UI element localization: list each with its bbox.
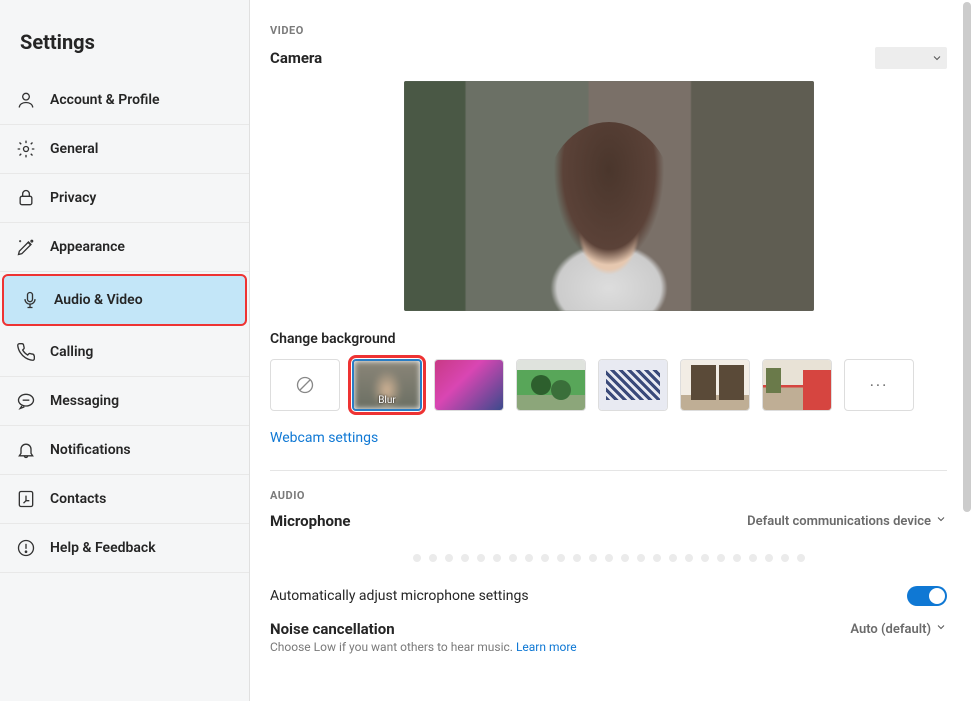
sidebar-item-label: Appearance bbox=[50, 239, 125, 255]
contacts-icon bbox=[16, 489, 36, 509]
help-feedback-icon bbox=[16, 538, 36, 558]
notifications-icon bbox=[16, 440, 36, 460]
section-divider bbox=[270, 470, 947, 471]
sidebar-item-privacy[interactable]: Privacy bbox=[0, 174, 249, 223]
learn-more-link[interactable]: Learn more bbox=[516, 640, 577, 654]
sidebar-item-help-feedback[interactable]: Help & Feedback bbox=[0, 524, 249, 573]
messaging-icon bbox=[16, 391, 36, 411]
sidebar-title: Settings bbox=[0, 0, 249, 76]
noise-cancellation-heading: Noise cancellation bbox=[270, 620, 395, 638]
calling-icon bbox=[16, 342, 36, 362]
general-icon bbox=[16, 139, 36, 159]
microphone-heading: Microphone bbox=[270, 512, 350, 530]
sidebar-item-notifications[interactable]: Notifications bbox=[0, 426, 249, 475]
chevron-down-icon bbox=[935, 621, 947, 637]
chevron-down-icon bbox=[931, 49, 943, 68]
blur-tile-label: Blur bbox=[354, 395, 420, 406]
sidebar-item-appearance[interactable]: Appearance bbox=[0, 223, 249, 272]
microphone-device-dropdown[interactable]: Default communications device bbox=[747, 513, 947, 529]
noise-cancellation-subtext: Choose Low if you want others to hear mu… bbox=[270, 640, 947, 654]
background-option-blur[interactable]: Blur bbox=[352, 359, 422, 411]
auto-adjust-toggle[interactable] bbox=[907, 586, 947, 606]
microphone-level-meter bbox=[270, 544, 947, 586]
sidebar-item-audio-video[interactable]: Audio & Video bbox=[2, 274, 247, 326]
webcam-settings-link[interactable]: Webcam settings bbox=[270, 430, 378, 446]
background-option-image-3[interactable] bbox=[598, 359, 668, 411]
appearance-icon bbox=[16, 237, 36, 257]
sidebar-item-general[interactable]: General bbox=[0, 125, 249, 174]
audio-video-icon bbox=[20, 290, 40, 310]
audio-section-label: AUDIO bbox=[270, 489, 947, 502]
noise-cancellation-dropdown[interactable]: Auto (default) bbox=[850, 621, 947, 637]
background-option-image-2[interactable] bbox=[516, 359, 586, 411]
background-options-row: Blur ··· bbox=[270, 359, 947, 411]
sidebar-item-contacts[interactable]: Contacts bbox=[0, 475, 249, 524]
settings-sidebar: Settings Account & Profile General Privacy… bbox=[0, 0, 250, 701]
change-background-label: Change background bbox=[270, 331, 947, 347]
sidebar-item-label: General bbox=[50, 141, 98, 157]
sidebar-item-label: Privacy bbox=[50, 190, 96, 206]
camera-heading: Camera bbox=[270, 49, 322, 67]
sidebar-item-label: Notifications bbox=[50, 442, 131, 458]
sidebar-item-label: Contacts bbox=[50, 491, 106, 507]
background-option-none[interactable] bbox=[270, 359, 340, 411]
noise-cancellation-value: Auto (default) bbox=[850, 622, 931, 637]
background-option-more[interactable]: ··· bbox=[844, 359, 914, 411]
sidebar-item-label: Messaging bbox=[50, 393, 119, 409]
background-option-image-5[interactable] bbox=[762, 359, 832, 411]
main-content: VIDEO Camera Change background Blur ··· … bbox=[250, 0, 973, 701]
auto-adjust-label: Automatically adjust microphone settings bbox=[270, 588, 529, 604]
sidebar-item-label: Audio & Video bbox=[54, 292, 143, 308]
microphone-device-value: Default communications device bbox=[747, 514, 931, 529]
account-profile-icon bbox=[16, 90, 36, 110]
background-option-image-4[interactable] bbox=[680, 359, 750, 411]
sidebar-item-account-profile[interactable]: Account & Profile bbox=[0, 76, 249, 125]
sidebar-item-label: Help & Feedback bbox=[50, 540, 156, 556]
sidebar-item-label: Account & Profile bbox=[50, 92, 160, 108]
background-option-image-1[interactable] bbox=[434, 359, 504, 411]
vertical-scrollbar[interactable] bbox=[963, 2, 971, 512]
sidebar-item-calling[interactable]: Calling bbox=[0, 328, 249, 377]
chevron-down-icon bbox=[935, 513, 947, 529]
sidebar-item-messaging[interactable]: Messaging bbox=[0, 377, 249, 426]
camera-select-dropdown[interactable] bbox=[875, 47, 947, 69]
privacy-icon bbox=[16, 188, 36, 208]
camera-preview bbox=[404, 81, 814, 311]
sidebar-item-label: Calling bbox=[50, 344, 93, 360]
video-section-label: VIDEO bbox=[270, 24, 947, 37]
